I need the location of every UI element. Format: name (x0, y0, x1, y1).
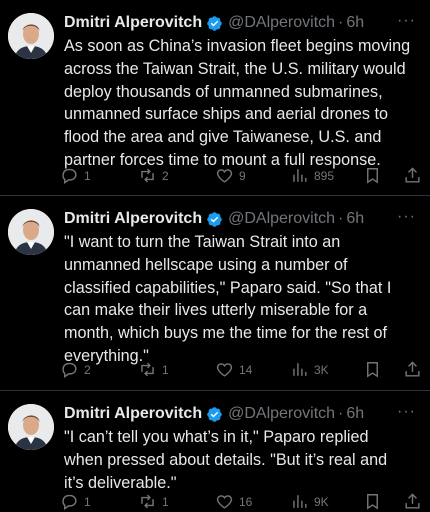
avatar[interactable] (8, 13, 54, 59)
tweet-text: As soon as China’s invasion fleet begins… (64, 37, 411, 169)
reply-button[interactable]: 1 (60, 492, 91, 511)
repost-button[interactable]: 1 (138, 360, 169, 379)
avatar[interactable] (8, 404, 54, 450)
author-handle[interactable]: @DAlperovitch (228, 405, 335, 423)
tweet-header: Dmitri Alperovitch @DAlperovitch · 6h (64, 403, 364, 425)
bookmark-button[interactable] (363, 492, 382, 511)
reply-icon (62, 362, 77, 378)
more-icon[interactable]: ··· (397, 208, 416, 226)
share-button[interactable] (403, 360, 422, 379)
bookmark-icon (367, 168, 378, 184)
like-count: 14 (239, 362, 253, 377)
separator-dot: · (338, 210, 344, 227)
share-icon (405, 493, 420, 509)
views-count: 9K (314, 494, 329, 509)
views-button[interactable]: 9K (290, 492, 329, 511)
tweet-header: Dmitri Alperovitch @DAlperovitch · 6h (64, 208, 364, 230)
bookmark-button[interactable] (363, 166, 382, 185)
tweet-text: "I want to turn the Taiwan Strait into a… (64, 233, 392, 365)
reply-icon (62, 168, 77, 184)
repost-button[interactable]: 1 (138, 492, 169, 511)
timestamp[interactable]: 6h (346, 405, 364, 423)
repost-count: 1 (162, 494, 169, 509)
more-icon[interactable]: ··· (397, 403, 416, 421)
repost-icon (141, 168, 154, 183)
reply-count: 1 (84, 168, 91, 183)
separator-dot: · (338, 405, 344, 422)
tweet-text: "I can’t tell you what’s in it," Paparo … (64, 428, 388, 492)
like-button[interactable]: 14 (215, 360, 252, 379)
tweet-2[interactable]: Dmitri Alperovitch @DAlperovitch · 6h ··… (0, 196, 430, 394)
author-handle[interactable]: @DAlperovitch (228, 14, 335, 32)
reply-count: 1 (84, 494, 91, 509)
reply-count: 2 (84, 362, 91, 377)
share-button[interactable] (403, 166, 422, 185)
more-icon[interactable]: ··· (397, 12, 416, 30)
action-bar: 1 2 9 895 (60, 166, 425, 186)
author-handle[interactable]: @DAlperovitch (228, 210, 335, 228)
views-count: 3K (314, 362, 329, 377)
author-name[interactable]: Dmitri Alperovitch (64, 210, 202, 228)
tweet-3[interactable]: Dmitri Alperovitch @DAlperovitch · 6h ··… (0, 391, 430, 510)
views-count: 895 (314, 168, 335, 183)
like-icon (216, 495, 233, 509)
reply-icon (62, 494, 77, 510)
reply-button[interactable]: 2 (60, 360, 91, 379)
share-button[interactable] (403, 492, 422, 511)
like-icon (216, 169, 233, 183)
tweet-header: Dmitri Alperovitch @DAlperovitch · 6h (64, 12, 364, 34)
like-button[interactable]: 16 (215, 492, 252, 511)
action-bar: 2 1 14 3K (60, 360, 425, 380)
author-name[interactable]: Dmitri Alperovitch (64, 405, 202, 423)
views-icon (293, 363, 307, 376)
repost-icon (141, 494, 154, 509)
verified-badge-icon (207, 406, 222, 422)
views-icon (293, 169, 307, 182)
avatar[interactable] (8, 209, 54, 255)
like-icon (216, 363, 233, 377)
repost-icon (141, 362, 154, 377)
repost-count: 1 (162, 362, 169, 377)
timestamp[interactable]: 6h (346, 210, 364, 228)
like-count: 16 (239, 494, 253, 509)
verified-badge-icon (207, 15, 222, 31)
views-button[interactable]: 3K (290, 360, 329, 379)
like-button[interactable]: 9 (215, 166, 246, 185)
share-icon (405, 167, 420, 183)
share-icon (405, 361, 420, 377)
bookmark-button[interactable] (363, 360, 382, 379)
separator-dot: · (338, 14, 344, 31)
bookmark-icon (367, 362, 378, 378)
repost-button[interactable]: 2 (138, 166, 169, 185)
author-name[interactable]: Dmitri Alperovitch (64, 14, 202, 32)
repost-count: 2 (162, 168, 169, 183)
action-bar: 1 1 16 9K (60, 492, 425, 512)
views-icon (293, 495, 307, 508)
reply-button[interactable]: 1 (60, 166, 91, 185)
timestamp[interactable]: 6h (346, 14, 364, 32)
tweet-1[interactable]: Dmitri Alperovitch @DAlperovitch · 6h ··… (0, 0, 430, 205)
verified-badge-icon (207, 211, 222, 227)
views-button[interactable]: 895 (290, 166, 334, 185)
bookmark-icon (367, 494, 378, 510)
like-count: 9 (239, 168, 246, 183)
